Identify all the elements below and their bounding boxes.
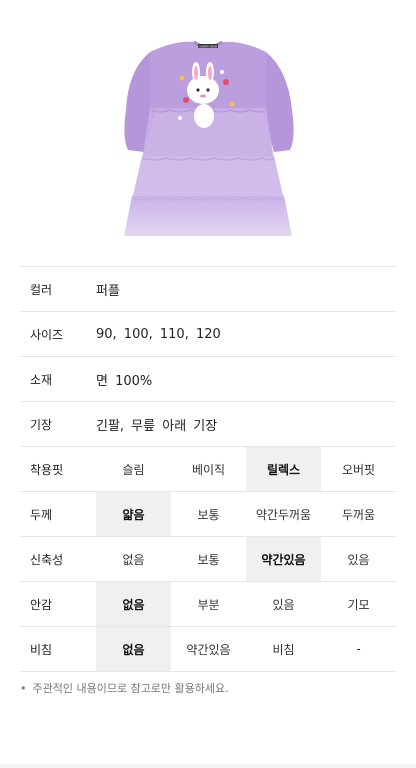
lining-option: 없음: [96, 582, 171, 626]
spec-label-sheer: 비침: [30, 642, 53, 657]
thickness-options: 얇음 보통 약간두꺼움 두꺼움: [96, 492, 396, 536]
spec-label-stretch: 신축성: [30, 552, 64, 567]
purple-tulle-dress-illustration: CHERRY BEAR: [124, 40, 294, 236]
lining-options: 없음 부분 있음 기모: [96, 582, 396, 626]
spec-value-material: 면 100%: [96, 373, 153, 389]
fit-option: 베이직: [191, 462, 226, 477]
disclaimer-text: 주관적인 내용이므로 참고로만 활용하세요.: [32, 682, 229, 695]
spec-table: 컬러 퍼플 사이즈 90, 100, 110, 120 소재 면 100% 기장…: [20, 266, 396, 672]
tulle-tier-3: [124, 196, 292, 236]
thickness-option: 약간두꺼움: [255, 507, 312, 522]
lining-option: 있음: [272, 597, 295, 612]
stretch-option: 있음: [347, 552, 370, 567]
disclaimer-note: • 주관적인 내용이므로 참고로만 활용하세요.: [20, 680, 229, 696]
brand-tag-text: CHERRY BEAR: [199, 44, 218, 48]
spec-row-stretch: 신축성 없음 보통 약간있음 있음: [20, 537, 396, 582]
sheer-option: -: [356, 642, 361, 656]
lining-option: 부분: [197, 597, 220, 612]
stretch-option: 보통: [197, 552, 220, 567]
stretch-option: 약간있음: [246, 537, 321, 581]
spec-row-color: 컬러 퍼플: [20, 267, 396, 312]
spec-label-material: 소재: [30, 372, 53, 387]
spec-label-length: 기장: [30, 417, 53, 432]
spec-row-size: 사이즈 90, 100, 110, 120: [20, 312, 396, 357]
spec-row-sheer: 비침 없음 약간있음 비침 -: [20, 627, 396, 672]
fit-options: 슬림 베이직 릴렉스 오버핏: [96, 447, 396, 491]
thickness-option: 두꺼움: [341, 507, 376, 522]
sheer-options: 없음 약간있음 비침 -: [96, 627, 396, 671]
sheer-option: 없음: [96, 627, 171, 671]
spec-label-color: 컬러: [30, 282, 53, 297]
spec-label-size: 사이즈: [30, 327, 64, 342]
fit-option: 릴렉스: [246, 447, 321, 491]
tulle-tier-2: [132, 156, 284, 200]
sheer-option: 약간있음: [186, 642, 231, 657]
lining-option: 기모: [347, 597, 370, 612]
spec-value-color: 퍼플: [96, 283, 120, 299]
spec-row-material: 소재 면 100%: [20, 357, 396, 402]
thickness-option: 얇음: [96, 492, 171, 536]
sheer-option: 비침: [272, 642, 295, 657]
stretch-options: 없음 보통 약간있음 있음: [96, 537, 396, 581]
stretch-option: 없음: [122, 552, 145, 567]
spec-label-lining: 안감: [30, 597, 53, 612]
bullet-icon: •: [20, 682, 27, 695]
fit-option: 슬림: [122, 462, 145, 477]
spec-row-fit: 착용핏 슬림 베이직 릴렉스 오버핏: [20, 447, 396, 492]
spec-label-fit: 착용핏: [30, 462, 64, 477]
spec-value-length: 긴팔, 무릎 아래 기장: [96, 418, 218, 434]
thickness-option: 보통: [197, 507, 220, 522]
product-image: CHERRY BEAR: [0, 0, 416, 262]
spec-row-length: 기장 긴팔, 무릎 아래 기장: [20, 402, 396, 447]
spec-row-lining: 안감 없음 부분 있음 기모: [20, 582, 396, 627]
fit-option: 오버핏: [341, 462, 376, 477]
spec-row-thickness: 두께 얇음 보통 약간두꺼움 두꺼움: [20, 492, 396, 537]
spec-label-thickness: 두께: [30, 507, 53, 522]
spec-value-size: 90, 100, 110, 120: [96, 326, 221, 342]
section-divider: [0, 764, 416, 768]
